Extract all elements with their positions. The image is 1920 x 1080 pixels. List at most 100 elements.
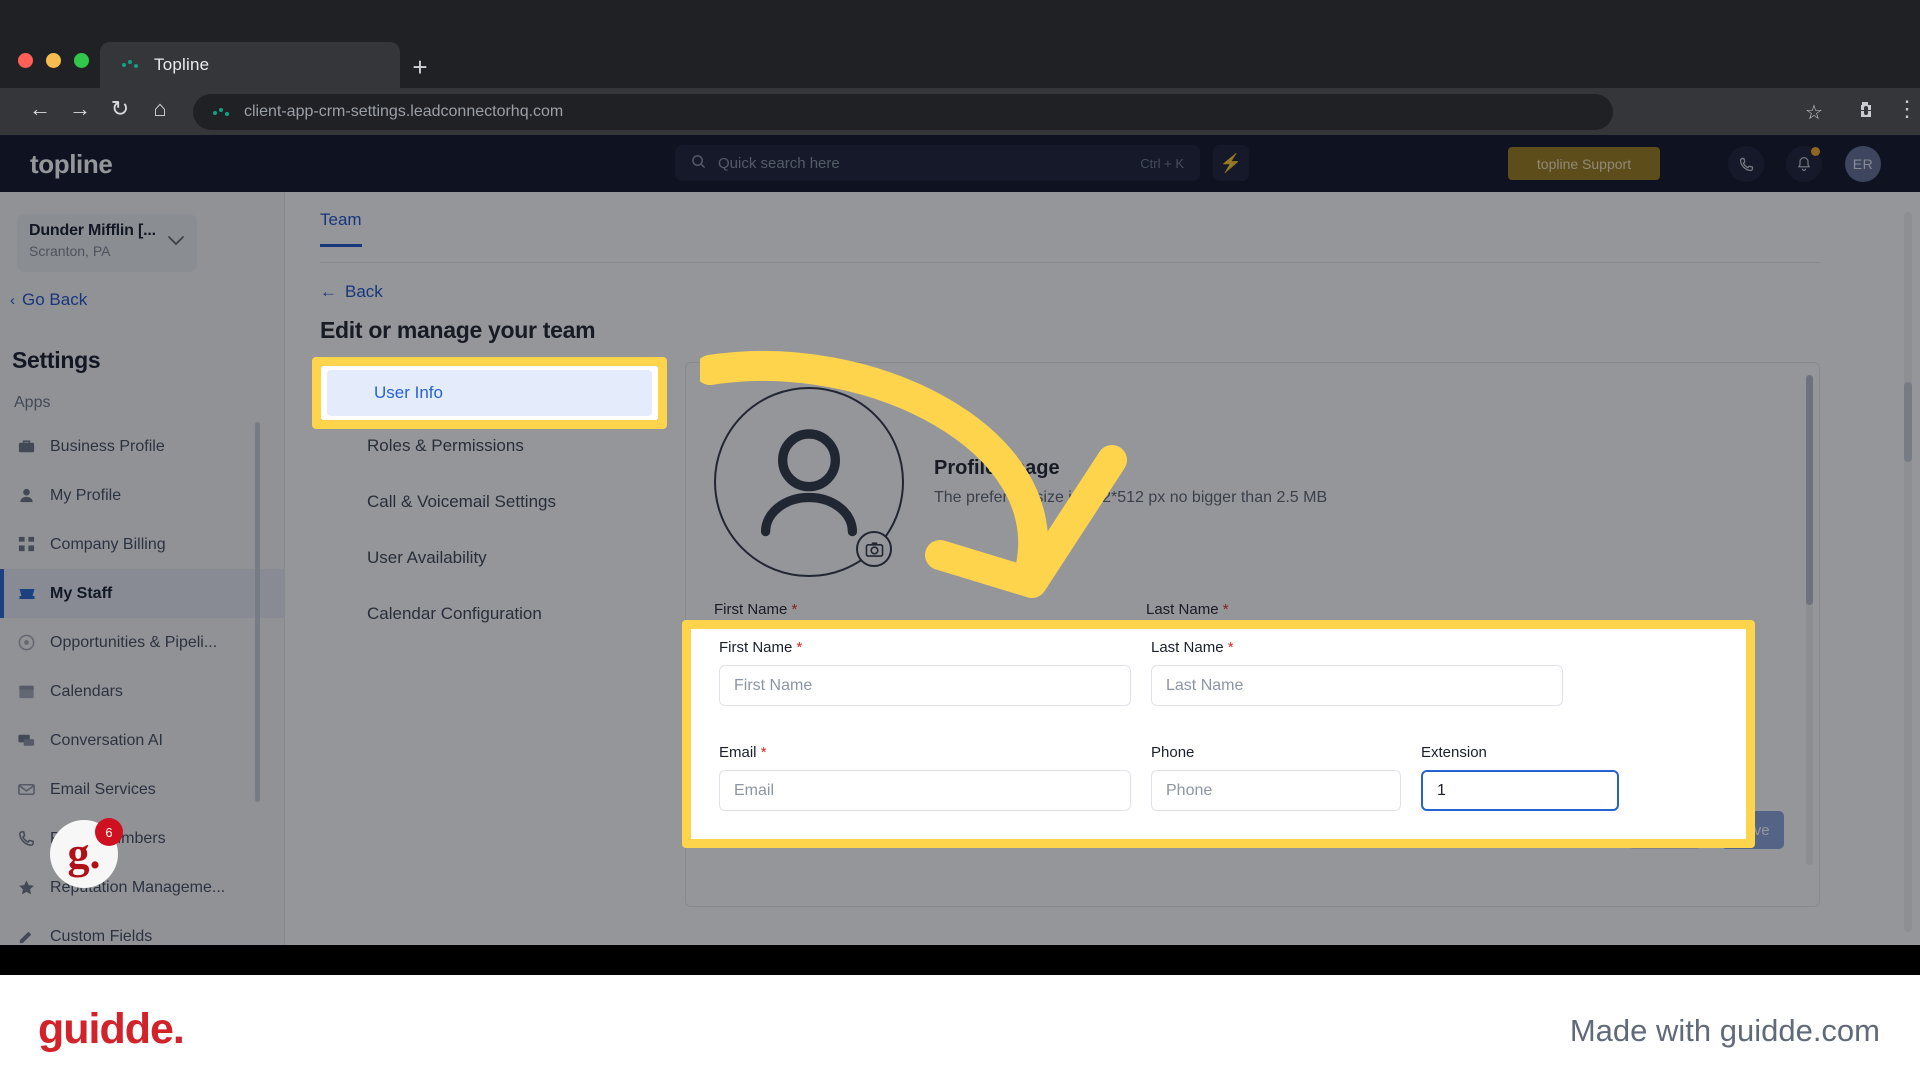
location-name: Dunder Mifflin [...	[29, 222, 156, 239]
grid-icon	[16, 534, 37, 555]
tab-favicon-icon	[122, 56, 140, 74]
browser-chrome: Topline + ← → ↻ ⌂ client-app-crm-setting…	[0, 0, 1920, 135]
calendar-icon	[16, 681, 37, 702]
last-name-label: Last Name *	[1146, 601, 1229, 618]
arrow-left-icon: ←	[320, 282, 337, 301]
quick-actions-bolt-icon[interactable]: ⚡	[1213, 145, 1249, 181]
guidde-logo-letter: g.	[67, 829, 101, 878]
sidebar-item-conversation-ai[interactable]: Conversation AI	[0, 716, 285, 765]
site-favicon-icon	[213, 107, 231, 117]
first-name-label: First Name *	[714, 601, 798, 618]
sidebar-item-label: Email Services	[50, 780, 156, 798]
chat-icon	[16, 730, 37, 751]
browser-menu-icon[interactable]: ⋮	[1896, 98, 1918, 120]
maximize-window-button[interactable]	[74, 53, 89, 68]
quick-search-shortcut: Ctrl + K	[1140, 155, 1184, 171]
settings-heading: Settings	[12, 347, 101, 373]
window-controls[interactable]	[18, 53, 89, 68]
sidebar-item-label: Company Billing	[50, 535, 166, 553]
notifications-bell-icon[interactable]	[1786, 146, 1822, 182]
sidebar-item-label: Custom Fields	[50, 927, 153, 945]
sidebar-item-phone-numbers[interactable]: Phone Numbers	[0, 814, 285, 863]
quick-search-input[interactable]: Quick search here Ctrl + K	[675, 145, 1200, 181]
close-window-button[interactable]	[18, 53, 33, 68]
browser-tab[interactable]: Topline	[100, 42, 400, 88]
profile-image-section: Profile Image The preferred size is 512*…	[714, 387, 1327, 577]
sidebar-item-reputation-management[interactable]: Reputation Manageme...	[0, 863, 285, 912]
made-with-guidde-text: Made with guidde.com	[1569, 1013, 1880, 1048]
content-tabs: Team	[320, 210, 362, 247]
back-link-label: Back	[345, 282, 383, 301]
chevron-left-icon: ‹	[10, 291, 15, 309]
settings-sidebar: Dunder Mifflin [... Scranton, PA ‹ Go Ba…	[0, 192, 285, 945]
required-asterisk: *	[791, 601, 798, 618]
sidebar-item-label: Opportunities & Pipeli...	[50, 633, 218, 651]
app-header: topline Quick search here Ctrl + K ⚡ top…	[0, 135, 1920, 192]
address-bar-url: client-app-crm-settings.leadconnectorhq.…	[244, 103, 564, 120]
phone-icon[interactable]	[1728, 146, 1764, 182]
sidebar-item-email-services[interactable]: Email Services	[0, 765, 285, 814]
chevron-down-icon	[167, 234, 185, 249]
home-button[interactable]: ⌂	[143, 96, 177, 122]
guidde-footer-logo: guidde.	[38, 1005, 185, 1053]
tab-title: Topline	[154, 55, 210, 74]
location-picker[interactable]: Dunder Mifflin [... Scranton, PA	[17, 214, 197, 272]
subnav-item-user-availability[interactable]: User Availability	[320, 530, 650, 586]
sidebar-item-my-profile[interactable]: My Profile	[0, 471, 285, 520]
back-link[interactable]: ← Back	[320, 282, 383, 302]
content-scrollbar-track	[1904, 212, 1912, 932]
person-icon	[16, 485, 37, 506]
sidebar-item-label: My Profile	[50, 486, 122, 504]
address-bar[interactable]: client-app-crm-settings.leadconnectorhq.…	[193, 94, 1613, 130]
footer-black-band	[0, 945, 1920, 975]
reload-button[interactable]: ↻	[103, 96, 137, 122]
highlight-box-user-info	[312, 357, 667, 429]
minimize-window-button[interactable]	[46, 53, 61, 68]
forward-button[interactable]: →	[63, 96, 97, 122]
profile-image-title: Profile Image	[934, 457, 1060, 479]
sidebar-nav-list: Business Profile My Profile Company Bill…	[0, 422, 285, 945]
go-back-label: Go Back	[22, 290, 88, 309]
inbox-icon	[16, 583, 37, 604]
quick-search-placeholder: Quick search here	[718, 154, 840, 172]
notification-dot	[1811, 147, 1820, 156]
panel-scrollbar-thumb[interactable]	[1806, 375, 1813, 605]
sidebar-item-calendars[interactable]: Calendars	[0, 667, 285, 716]
sidebar-item-label: Conversation AI	[50, 731, 163, 749]
subnav-item-call-voicemail[interactable]: Call & Voicemail Settings	[320, 474, 650, 530]
target-icon	[16, 632, 37, 653]
content-scrollbar-thumb[interactable]	[1904, 382, 1912, 462]
camera-icon[interactable]	[856, 531, 892, 567]
envelope-icon	[16, 779, 37, 800]
profile-avatar-placeholder[interactable]	[714, 387, 904, 577]
sidebar-scrollbar[interactable]	[255, 422, 260, 802]
highlight-box-form-fields	[682, 620, 1755, 848]
tabs-divider	[320, 262, 1820, 263]
go-back-link[interactable]: ‹ Go Back	[10, 290, 87, 310]
support-button[interactable]: topline Support	[1508, 147, 1660, 180]
guidde-notification-badge: 6	[95, 818, 123, 846]
subnav-item-calendar-configuration[interactable]: Calendar Configuration	[320, 586, 650, 642]
screenshot-root: Topline + ← → ↻ ⌂ client-app-crm-setting…	[0, 0, 1920, 1080]
sidebar-item-my-staff[interactable]: My Staff	[0, 569, 285, 618]
user-avatar[interactable]: ER	[1845, 146, 1881, 182]
back-button[interactable]: ←	[23, 96, 57, 122]
sidebar-item-label: Business Profile	[50, 437, 165, 455]
sidebar-item-business-profile[interactable]: Business Profile	[0, 422, 285, 471]
location-sub: Scranton, PA	[29, 243, 111, 259]
extensions-icon[interactable]	[1855, 100, 1875, 126]
sidebar-item-label: Calendars	[50, 682, 123, 700]
briefcase-icon	[16, 436, 37, 457]
sidebar-item-opportunities[interactable]: Opportunities & Pipeli...	[0, 618, 285, 667]
sidebar-item-custom-fields[interactable]: Custom Fields	[0, 912, 285, 945]
required-asterisk: *	[1222, 601, 1229, 618]
app-logo[interactable]: topline	[30, 149, 113, 180]
new-tab-button[interactable]: +	[400, 50, 440, 86]
sidebar-group-label: Apps	[14, 394, 51, 411]
phone-icon	[16, 828, 37, 849]
bookmark-star-icon[interactable]: ☆	[1805, 100, 1823, 125]
search-icon	[691, 154, 706, 173]
tab-team[interactable]: Team	[320, 210, 362, 247]
pencil-icon	[16, 926, 37, 945]
sidebar-item-company-billing[interactable]: Company Billing	[0, 520, 285, 569]
